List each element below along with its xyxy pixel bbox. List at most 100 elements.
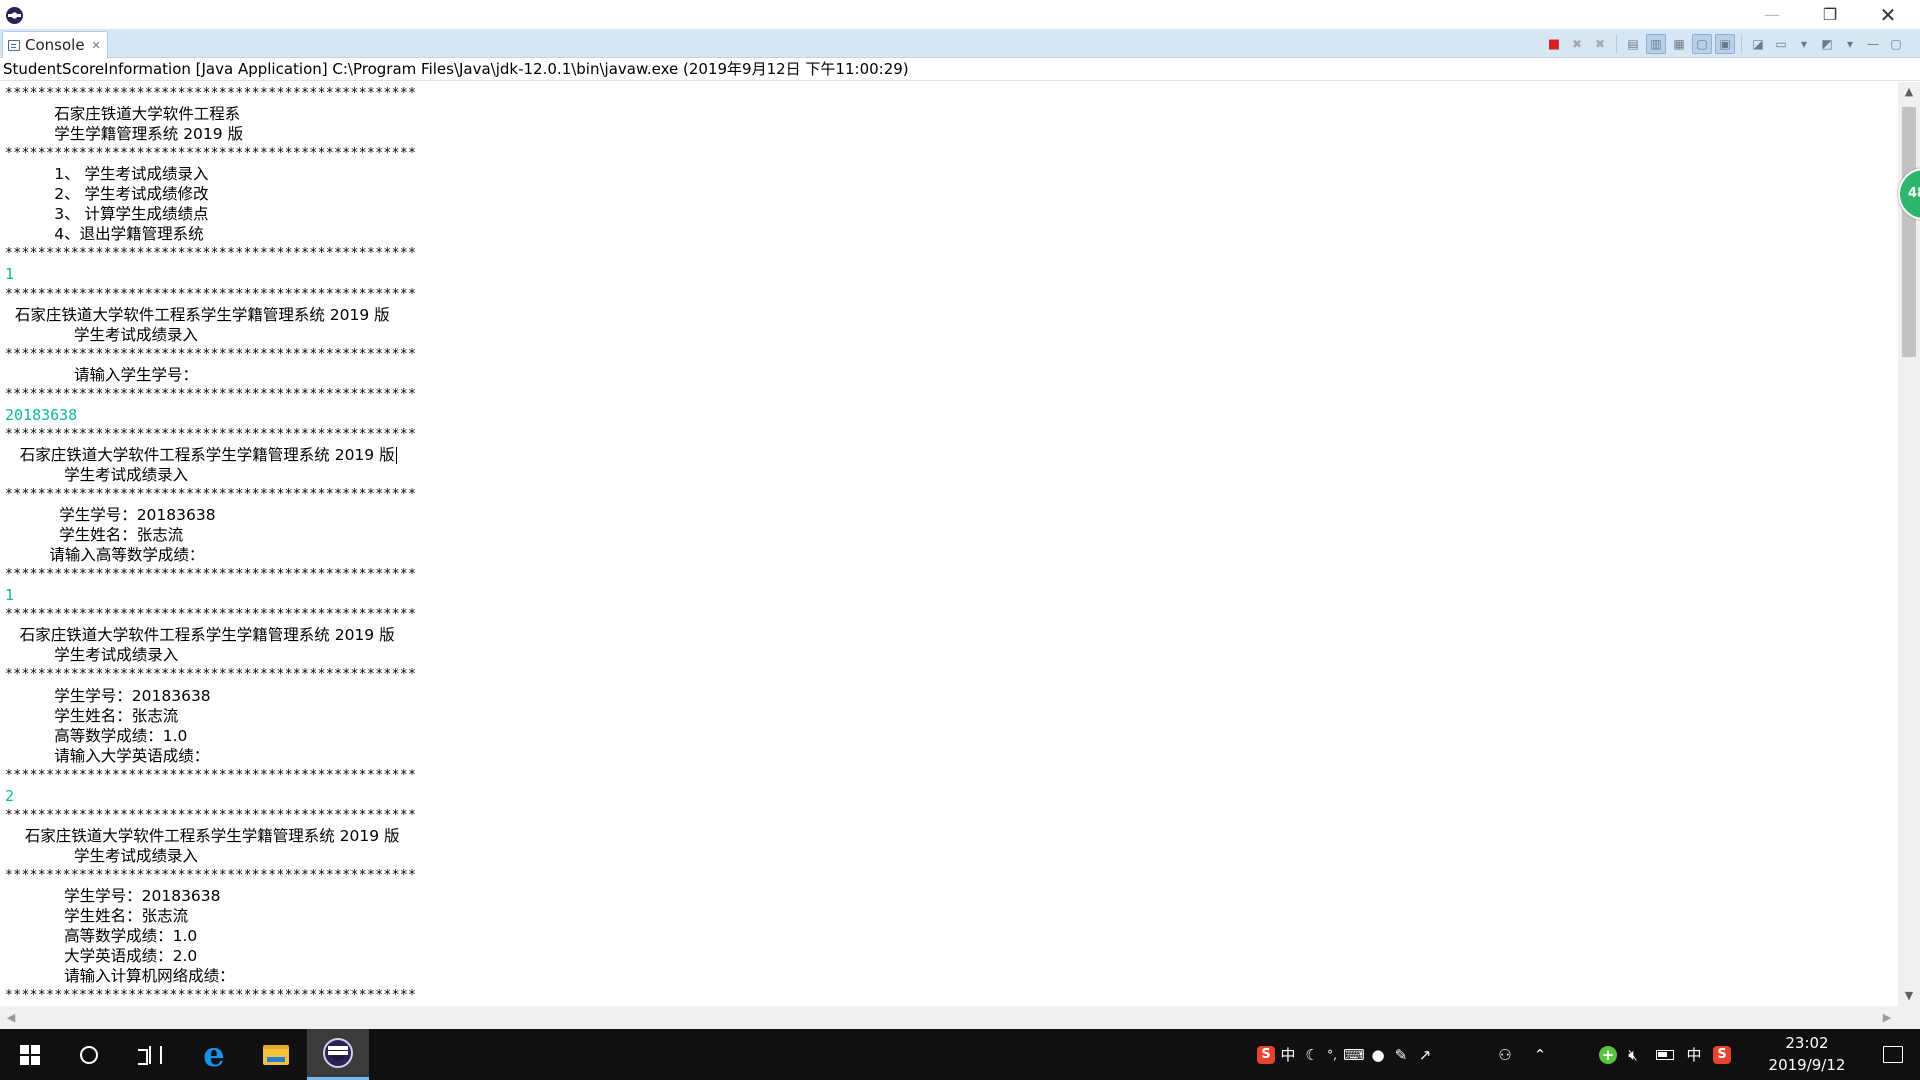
close-window-button[interactable]: ✕ bbox=[1859, 0, 1917, 29]
soft-keyboard-icon[interactable]: ⌨ bbox=[1341, 1046, 1367, 1064]
tab-console[interactable]: Console ✕ bbox=[2, 31, 108, 58]
task-view-icon bbox=[138, 1045, 162, 1065]
notification-icon bbox=[1882, 1046, 1903, 1063]
output-line: 学生考试成绩录入 bbox=[5, 646, 179, 665]
output-line: 请输入高等数学成绩： bbox=[5, 546, 205, 565]
separator-line: ****************************************… bbox=[5, 146, 417, 162]
half-width-moon-icon[interactable]: ☾ bbox=[1301, 1046, 1323, 1064]
tools-wrench-icon[interactable]: ✎ bbox=[1389, 1046, 1413, 1064]
toolbar-separator bbox=[1741, 35, 1742, 53]
volume-muted-icon[interactable]: 🔇︎ bbox=[1617, 1046, 1649, 1064]
security-shield-icon[interactable]: + bbox=[1599, 1045, 1617, 1064]
restore-button[interactable]: ❐ bbox=[1801, 0, 1859, 29]
scroll-lock-icon[interactable]: ▥ bbox=[1646, 34, 1666, 54]
maximize-view-icon[interactable]: ▢ bbox=[1886, 34, 1906, 54]
edge-icon: e bbox=[203, 1034, 225, 1075]
output-line: 学生考试成绩录入 bbox=[5, 325, 198, 344]
console-toolbar: ■ ✖ ✖ ▤ ▥ ▦ ▢ ▣ ◪ ▭ ▾ ◩ ▾ — ▢ bbox=[1544, 33, 1906, 55]
external-link-icon[interactable]: ↗ bbox=[1413, 1046, 1437, 1064]
scroll-down-icon[interactable]: ▼ bbox=[1898, 986, 1920, 1006]
file-explorer-taskbar-button[interactable] bbox=[245, 1029, 307, 1080]
output-line: 石家庄铁道大学软件工程系学生学籍管理系统 2019 版 bbox=[5, 305, 390, 324]
show-on-stderr-icon[interactable]: ▣ bbox=[1715, 34, 1735, 54]
console-icon bbox=[8, 39, 20, 51]
display-selected-console-icon[interactable]: ▭ bbox=[1771, 34, 1791, 54]
separator-line: ****************************************… bbox=[5, 807, 417, 823]
input-language-indicator[interactable]: 中 bbox=[1681, 1044, 1707, 1065]
task-view-button[interactable] bbox=[118, 1029, 180, 1080]
output-line: 高等数学成绩：1.0 bbox=[5, 927, 198, 946]
sogou-brand-icon-wrap[interactable]: S bbox=[1707, 1045, 1737, 1064]
separator-line: ****************************************… bbox=[5, 487, 417, 502]
separator-line: ****************************************… bbox=[5, 426, 417, 442]
output-line: 学生姓名：张志流 bbox=[5, 706, 179, 725]
separator-line: ****************************************… bbox=[5, 767, 417, 783]
clear-console-icon[interactable]: ▤ bbox=[1623, 34, 1643, 54]
scroll-up-icon[interactable]: ▲ bbox=[1898, 82, 1920, 102]
output-line: 4、退出学籍管理系统 bbox=[5, 225, 204, 244]
vertical-scrollbar[interactable]: ▲ ▼ bbox=[1898, 82, 1920, 1006]
show-on-stdout-icon[interactable]: ▢ bbox=[1692, 34, 1712, 54]
separator-line: ****************************************… bbox=[5, 667, 417, 683]
remove-launch-icon[interactable]: ✖ bbox=[1567, 34, 1587, 54]
edge-taskbar-button[interactable]: e bbox=[183, 1029, 245, 1080]
word-wrap-icon[interactable]: ▦ bbox=[1669, 34, 1689, 54]
output-line: 石家庄铁道大学软件工程系学生学籍管理系统 2019 版 bbox=[5, 445, 397, 464]
scroll-right-icon[interactable]: ▶ bbox=[1876, 1006, 1898, 1029]
separator-line: ****************************************… bbox=[5, 86, 417, 101]
user-icon[interactable]: ● bbox=[1367, 1046, 1389, 1064]
display-console-dropdown-icon[interactable]: ▾ bbox=[1794, 34, 1814, 54]
console-output[interactable]: ****************************************… bbox=[0, 82, 1898, 1006]
people-icon[interactable]: ⚇ bbox=[1490, 1046, 1520, 1064]
pin-console-icon[interactable]: ◪ bbox=[1748, 34, 1768, 54]
remove-all-terminated-icon[interactable]: ✖ bbox=[1590, 34, 1610, 54]
minimize-icon: — bbox=[1764, 5, 1780, 24]
eclipse-taskbar-button[interactable] bbox=[307, 1029, 369, 1080]
user-input-line: 1 bbox=[5, 265, 15, 284]
output-line: 学生考试成绩录入 bbox=[5, 846, 198, 865]
open-console-icon[interactable]: ◩ bbox=[1817, 34, 1837, 54]
user-input-line: 2 bbox=[5, 786, 15, 805]
output-line: 学生考试成绩录入 bbox=[5, 465, 189, 484]
output-line: 学生姓名：张志流 bbox=[5, 526, 184, 545]
minimize-view-icon[interactable]: — bbox=[1863, 34, 1883, 54]
vertical-scroll-thumb[interactable] bbox=[1902, 107, 1916, 357]
show-hidden-icons-chevron-icon[interactable]: ⌃ bbox=[1520, 1046, 1560, 1064]
output-line: 学生姓名：张志流 bbox=[5, 907, 189, 926]
taskbar-clock[interactable]: 23:02 2019/9/12 bbox=[1752, 1029, 1862, 1080]
start-button[interactable] bbox=[0, 1029, 60, 1080]
console-view-bar: Console ✕ ■ ✖ ✖ ▤ ▥ ▦ ▢ ▣ ◪ ▭ ▾ ◩ ▾ — ▢ bbox=[0, 29, 1920, 58]
output-line: 高等数学成绩：1.0 bbox=[5, 726, 188, 745]
ime-toolbar: S 中 ☾ °, ⌨ ● ✎ ↗ bbox=[1257, 1029, 1437, 1080]
output-line: 学生学籍管理系统 2019 版 bbox=[5, 125, 244, 144]
open-console-dropdown-icon[interactable]: ▾ bbox=[1840, 34, 1860, 54]
sogou-ime-icon[interactable]: S bbox=[1257, 1045, 1275, 1064]
taskbar: e S 中 ☾ °, ⌨ ● ✎ ↗ ⚇ ⌃ + 🔇︎ 中 S 23:02 20… bbox=[0, 1029, 1920, 1080]
output-line: 学生学号：20183638 bbox=[5, 686, 211, 705]
battery-icon[interactable] bbox=[1649, 1049, 1681, 1060]
output-line: 学生学号：20183638 bbox=[5, 506, 216, 525]
ime-punctuation-indicator[interactable]: °, bbox=[1323, 1048, 1341, 1062]
output-line: 请输入计算机网络成绩： bbox=[5, 967, 235, 986]
user-input-line: 1 bbox=[5, 586, 15, 605]
scroll-left-icon[interactable]: ◀ bbox=[0, 1006, 22, 1029]
minimize-button[interactable]: — bbox=[1743, 0, 1801, 29]
action-center-button[interactable] bbox=[1865, 1029, 1920, 1080]
separator-line: ****************************************… bbox=[5, 988, 417, 1004]
eclipse-icon bbox=[323, 1038, 353, 1068]
separator-line: ****************************************… bbox=[5, 346, 417, 362]
terminate-icon[interactable]: ■ bbox=[1544, 34, 1564, 54]
separator-line: ****************************************… bbox=[5, 567, 417, 583]
output-line: 学生学号：20183638 bbox=[5, 887, 221, 905]
tab-close-icon[interactable]: ✕ bbox=[92, 39, 101, 52]
sogou-brand-icon: S bbox=[1713, 1045, 1731, 1064]
eclipse-app-icon[interactable] bbox=[6, 7, 23, 24]
cortana-button[interactable] bbox=[60, 1029, 118, 1080]
text-caret bbox=[395, 446, 397, 464]
horizontal-scrollbar[interactable]: ◀ ▶ bbox=[0, 1006, 1898, 1029]
output-line: 请输入大学英语成绩： bbox=[5, 746, 210, 765]
clock-date: 2019/9/12 bbox=[1768, 1056, 1846, 1074]
ime-lang-indicator[interactable]: 中 bbox=[1275, 1044, 1301, 1065]
separator-line: ****************************************… bbox=[5, 867, 417, 883]
start-icon bbox=[20, 1044, 40, 1065]
